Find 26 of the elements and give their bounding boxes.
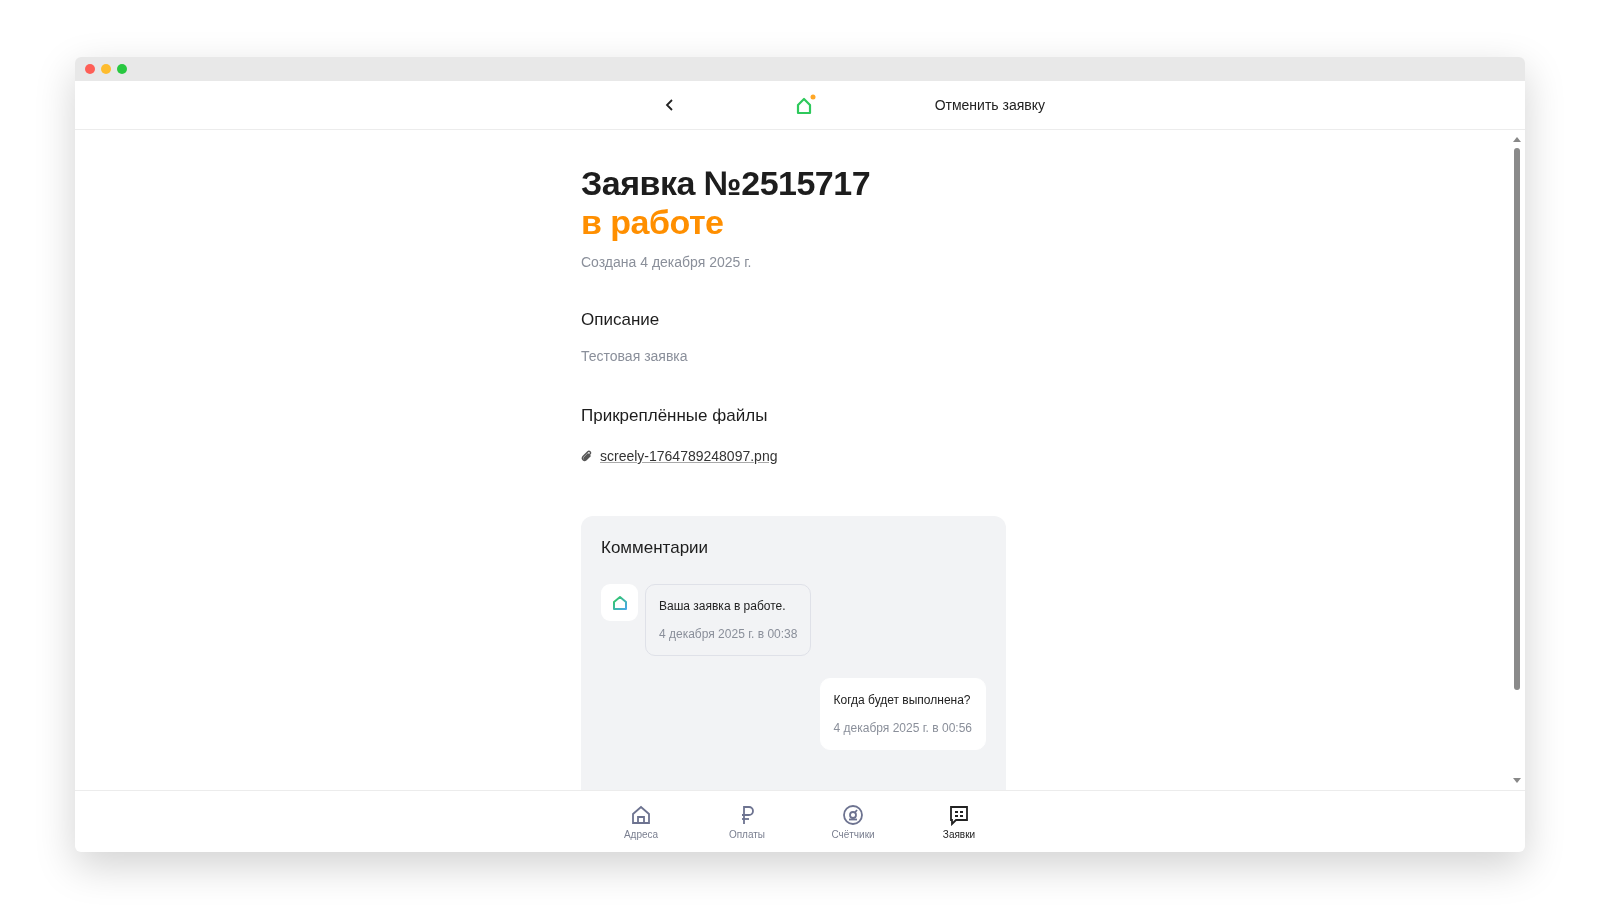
close-icon[interactable]: [85, 64, 95, 74]
comments-heading: Комментарии: [601, 538, 710, 558]
description-text: Тестовая заявка: [581, 348, 689, 364]
paperclip-icon: [581, 449, 593, 463]
message-text: Когда будет выполнена?: [833, 693, 972, 707]
nav-tab[interactable]: Оплаты: [694, 799, 800, 844]
request-title: Заявка №2515717: [581, 164, 872, 203]
message-time: 4 декабря 2025 г. в 00:56: [833, 721, 972, 735]
cancel-request-button[interactable]: Отменить заявку: [934, 95, 1045, 115]
nav-tab[interactable]: Заявки: [906, 799, 1012, 844]
created-date: Создана 4 декабря 2025 г.: [581, 254, 753, 270]
zoom-icon[interactable]: [117, 64, 127, 74]
section-heading: Описание: [581, 310, 661, 330]
nav-tab[interactable]: Адреса: [588, 799, 694, 844]
message-text: Ваша заявка в работе.: [659, 599, 787, 613]
minimize-icon[interactable]: [101, 64, 111, 74]
file-link[interactable]: screely-1764789248097.png: [600, 448, 778, 464]
request-status: в работе: [581, 203, 725, 242]
nav-tab[interactable]: Счётчики: [800, 799, 906, 844]
chat-icon: [948, 803, 970, 826]
house-icon: [611, 594, 628, 611]
gauge-icon: [842, 803, 864, 826]
back-icon[interactable]: [665, 98, 675, 112]
section-heading: Прикреплённые файлы: [581, 406, 769, 426]
home-icon: [630, 803, 652, 826]
message-time: 4 декабря 2025 г. в 00:38: [659, 627, 798, 641]
